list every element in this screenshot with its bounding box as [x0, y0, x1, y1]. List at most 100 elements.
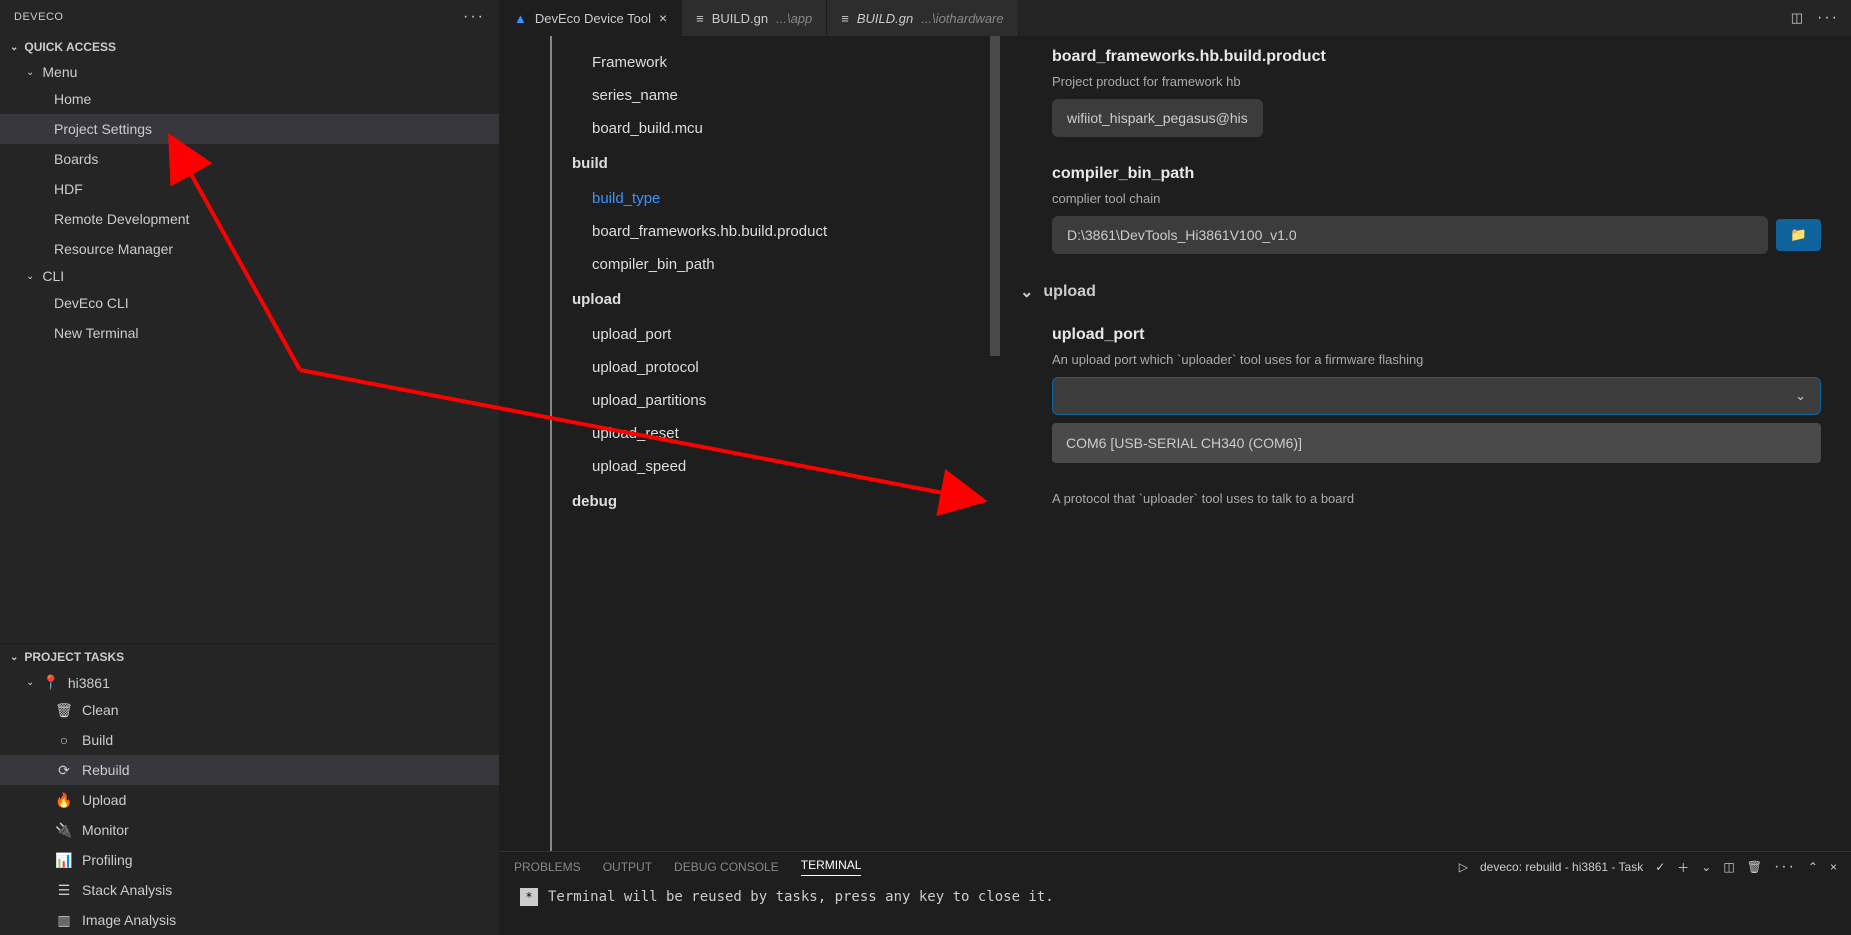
- nav-series-name[interactable]: series_name: [552, 79, 990, 112]
- setting-frameworks: board_frameworks.hb.build.product Projec…: [1052, 48, 1821, 137]
- terminal-body[interactable]: * Terminal will be reused by tasks, pres…: [500, 882, 1851, 912]
- tab-terminal[interactable]: TERMINAL: [801, 858, 862, 876]
- task-clean[interactable]: 🗑Clean: [0, 695, 499, 725]
- cli-new-terminal[interactable]: New Terminal: [0, 318, 499, 348]
- task-rebuild[interactable]: ⟳Rebuild: [0, 755, 499, 785]
- cli-group[interactable]: ⌄ CLI: [0, 264, 499, 288]
- refresh-icon: ⟳: [56, 759, 72, 781]
- split-terminal-icon[interactable]: ◫: [1723, 860, 1734, 874]
- tab-output[interactable]: OUTPUT: [603, 860, 652, 874]
- maximize-icon[interactable]: ⌃: [1808, 860, 1818, 874]
- menu-project-settings[interactable]: Project Settings: [0, 114, 499, 144]
- nav-build-group[interactable]: build: [552, 145, 990, 182]
- chevron-down-icon: ⌄: [1020, 282, 1033, 302]
- bars-icon: ▥: [56, 909, 72, 931]
- circle-icon: ○: [56, 729, 72, 751]
- menu-group[interactable]: ⌄ Menu: [0, 60, 499, 84]
- dropdown-option-com6[interactable]: COM6 [USB-SERIAL CH340 (COM6)]: [1052, 423, 1821, 463]
- scrollbar-thumb[interactable]: [990, 36, 1000, 356]
- setting-compiler: compiler_bin_path complier tool chain 📁: [1052, 165, 1821, 254]
- terminal-shell-icon: ▷: [1459, 860, 1468, 874]
- nav-framework[interactable]: Framework: [552, 46, 990, 79]
- setting-upload-protocol: A protocol that `uploader` tool uses to …: [1052, 491, 1821, 506]
- chevron-down-icon: ⌄: [10, 652, 18, 663]
- nav-board-build-mcu[interactable]: board_build.mcu: [552, 112, 990, 145]
- menu-home[interactable]: Home: [0, 84, 499, 114]
- nav-upload-port[interactable]: upload_port: [552, 318, 990, 351]
- task-profiling[interactable]: 📊Profiling: [0, 845, 499, 875]
- more-icon[interactable]: ···: [1774, 858, 1796, 876]
- task-stack[interactable]: ☰Stack Analysis: [0, 875, 499, 905]
- tab-build-app[interactable]: ≡ BUILD.gn ...\app: [682, 0, 827, 36]
- quick-access-header[interactable]: ⌄ QUICK ACCESS: [0, 34, 499, 60]
- settings-panel: board_frameworks.hb.build.product Projec…: [1002, 36, 1851, 851]
- board-group[interactable]: ⌄ 📍 hi3861: [0, 670, 499, 695]
- nav-upload-protocol[interactable]: upload_protocol: [552, 351, 990, 384]
- setting-desc: An upload port which `uploader` tool use…: [1052, 352, 1821, 367]
- sidebar-header: DEVECO ···: [0, 0, 499, 34]
- chevron-down-icon[interactable]: ⌄: [1701, 860, 1711, 874]
- nav-upload-speed[interactable]: upload_speed: [552, 450, 990, 483]
- prompt-indicator: *: [520, 888, 538, 906]
- sidebar: DEVECO ··· ⌄ QUICK ACCESS ⌄ Menu Home Pr…: [0, 0, 500, 935]
- close-panel-icon[interactable]: ×: [1830, 860, 1837, 874]
- editor-area: Framework series_name board_build.mcu bu…: [500, 36, 1851, 851]
- nav-compiler-bin-path[interactable]: compiler_bin_path: [552, 248, 990, 281]
- tab-deveco-tool[interactable]: ▲ DevEco Device Tool ×: [500, 0, 682, 36]
- plug-icon: 🔌: [56, 819, 72, 841]
- setting-desc: A protocol that `uploader` tool uses to …: [1052, 491, 1821, 506]
- check-icon[interactable]: ✓: [1655, 860, 1665, 874]
- chevron-down-icon: ⌄: [26, 677, 34, 688]
- task-image[interactable]: ▥Image Analysis: [0, 905, 499, 935]
- nav-build-type[interactable]: build_type: [552, 182, 990, 215]
- nav-upload-reset[interactable]: upload_reset: [552, 417, 990, 450]
- task-upload[interactable]: 🔥Upload: [0, 785, 499, 815]
- more-icon[interactable]: ···: [463, 8, 485, 26]
- menu-hdf[interactable]: HDF: [0, 174, 499, 204]
- terminal-tabs: PROBLEMS OUTPUT DEBUG CONSOLE TERMINAL ▷…: [500, 852, 1851, 882]
- close-icon[interactable]: ×: [659, 10, 667, 26]
- tab-build-iothardware[interactable]: ≡ BUILD.gn ...\iothardware: [827, 0, 1018, 36]
- terminal-panel: PROBLEMS OUTPUT DEBUG CONSOLE TERMINAL ▷…: [500, 851, 1851, 935]
- chevron-down-icon: ⌄: [26, 67, 34, 78]
- menu-boards[interactable]: Boards: [0, 144, 499, 174]
- nav-upload-partitions[interactable]: upload_partitions: [552, 384, 990, 417]
- editor-tabs: ▲ DevEco Device Tool × ≡ BUILD.gn ...\ap…: [500, 0, 1851, 36]
- more-icon[interactable]: ···: [1817, 9, 1839, 27]
- setting-desc: Project product for framework hb: [1052, 74, 1821, 89]
- add-terminal-icon[interactable]: ＋: [1677, 859, 1689, 876]
- deveco-logo-icon: ▲: [514, 11, 527, 26]
- terminal-text: Terminal will be reused by tasks, press …: [548, 889, 1054, 905]
- nav-scrollbar[interactable]: [990, 36, 1002, 851]
- menu-remote-dev[interactable]: Remote Development: [0, 204, 499, 234]
- task-monitor[interactable]: 🔌Monitor: [0, 815, 499, 845]
- nav-board-frameworks[interactable]: board_frameworks.hb.build.product: [552, 215, 990, 248]
- chevron-down-icon: ⌄: [26, 271, 34, 282]
- nav-upload-group[interactable]: upload: [552, 281, 990, 318]
- cli-deveco[interactable]: DevEco CLI: [0, 288, 499, 318]
- task-build[interactable]: ○Build: [0, 725, 499, 755]
- setting-title: compiler_bin_path: [1052, 165, 1821, 183]
- split-editor-icon[interactable]: ◫: [1791, 10, 1803, 26]
- file-icon: ≡: [841, 11, 849, 26]
- tab-problems[interactable]: PROBLEMS: [514, 860, 581, 874]
- folder-icon: 📁: [1790, 227, 1807, 242]
- upload-port-dropdown[interactable]: ⌄: [1052, 377, 1821, 415]
- flame-icon: 🔥: [56, 789, 72, 811]
- tab-debug-console[interactable]: DEBUG CONSOLE: [674, 860, 779, 874]
- project-tasks-header[interactable]: ⌄ PROJECT TASKS: [0, 644, 499, 670]
- trash-icon: 🗑: [56, 699, 72, 721]
- upload-section[interactable]: ⌄ upload: [1020, 282, 1821, 302]
- nav-debug-group[interactable]: debug: [552, 483, 990, 520]
- file-icon: ≡: [696, 11, 704, 26]
- setting-title: upload_port: [1052, 326, 1821, 344]
- frameworks-input[interactable]: [1052, 99, 1263, 137]
- setting-desc: complier tool chain: [1052, 191, 1821, 206]
- menu-resource-mgr[interactable]: Resource Manager: [0, 234, 499, 264]
- settings-nav: Framework series_name board_build.mcu bu…: [550, 36, 990, 851]
- chart-icon: 📊: [56, 849, 72, 871]
- compiler-input[interactable]: [1052, 216, 1768, 254]
- trash-icon[interactable]: 🗑: [1747, 860, 1762, 874]
- browse-folder-button[interactable]: 📁: [1776, 219, 1821, 251]
- chevron-down-icon: ⌄: [1795, 388, 1806, 404]
